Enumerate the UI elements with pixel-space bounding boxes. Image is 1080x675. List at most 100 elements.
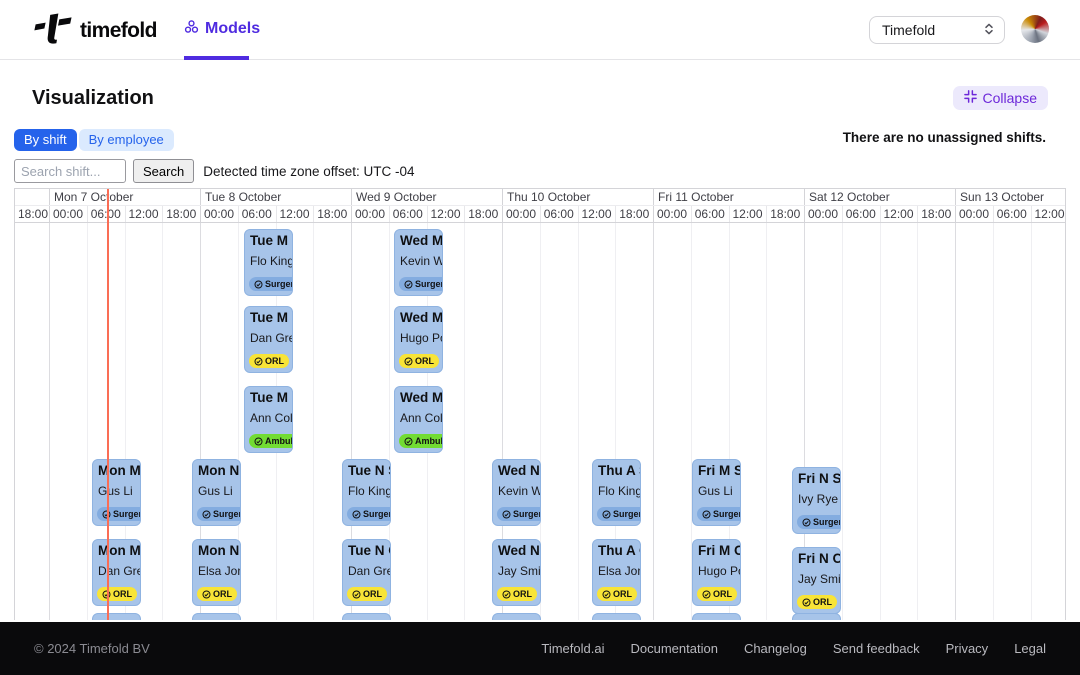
day-header-cell: Sun 13 October [955,189,1066,205]
shift-card[interactable]: Tue N ODan GreORL [342,539,391,606]
shift-card-employee: Elsa Jon [598,564,640,578]
nav-item-models[interactable]: Models [184,19,260,39]
navbar: timefold Models Timefold [0,0,1080,60]
shift-card-badge-surgery: Surgery [399,277,443,291]
shift-card-title: Mon M [98,543,140,560]
shift-card[interactable]: Fri M OHugo PoORL [692,539,741,606]
tick-cell: 06:00 [540,206,578,222]
footer-link[interactable]: Privacy [946,641,989,656]
shift-card[interactable]: Wed MHugo PoORL [394,306,443,373]
shift-card-title: Tue M [250,390,292,407]
shift-card[interactable]: Wed M Kevin W Surgery [394,229,443,296]
shift-card-employee: Kevin W [498,484,540,498]
shift-card[interactable]: Fri N SIvy RyeSurgery [792,467,841,534]
shift-card-employee: Dan Gre [250,331,292,345]
collapse-button[interactable]: Collapse [953,86,1048,110]
shift-card[interactable]: Thu A OElsa JonORL [592,539,641,606]
shift-card-title: Wed M [400,390,442,407]
brand-name: timefold [80,19,157,43]
shift-card[interactable]: Mon NGus LiSurgery [192,459,241,526]
workspace-select-value: Timefold [882,22,935,38]
shift-card-partial[interactable] [492,613,541,620]
shift-card-badge-surgery: Surgery [97,507,141,521]
brand-logo[interactable]: timefold [32,13,157,49]
shift-card-title: Wed M [400,233,442,250]
tick-grid-line [162,223,163,620]
tick-cell: 00:00 [351,206,389,222]
footer-link[interactable]: Send feedback [833,641,920,656]
shift-card[interactable]: Mon N Elsa Jon ORL [192,539,241,606]
footer-link[interactable]: Timefold.ai [541,641,604,656]
shift-card[interactable]: Mon MGus LiSurgery [92,459,141,526]
shift-card-partial[interactable] [692,613,741,620]
tab-by-employee[interactable]: By employee [79,129,174,151]
shift-card[interactable]: Mon MDan GreORL [92,539,141,606]
tick-cell: 12:00 [427,206,465,222]
shift-card-title: Mon N [198,543,240,560]
collapse-label: Collapse [983,90,1037,106]
shift-card-badge-orl: ORL [797,595,837,609]
shift-card[interactable]: Fri N OJay SmiORL [792,547,841,614]
footer-link[interactable]: Documentation [630,641,717,656]
footer: © 2024 Timefold BV Timefold.ai Documentat… [0,622,1080,675]
current-time-line [107,189,109,620]
shift-card[interactable]: Tue MAnn ColAmbula [244,386,293,453]
shift-card[interactable]: Tue MDan GreORL [244,306,293,373]
shift-card-employee: Flo King [598,484,640,498]
tick-cell: 00:00 [653,206,691,222]
timeline-day-row: Mon 7 OctoberTue 8 OctoberWed 9 OctoberT… [15,189,1065,206]
shift-card-badge-surgery: Surgery [347,507,391,521]
shift-card-employee: Hugo Po [698,564,740,578]
tick-cell-lead: 18:00 [15,206,49,222]
shift-card[interactable]: Fri M SGus LiSurgery [692,459,741,526]
tick-grid-line [578,223,579,620]
shift-card-badge-orl: ORL [399,354,439,368]
shift-timeline: Mon 7 OctoberTue 8 OctoberWed 9 OctoberT… [14,188,1066,620]
timeline-tick-row: 18:0000:0006:0012:0018:0000:0006:0012:00… [15,206,1065,223]
day-header-cell: Sat 12 October [804,189,955,205]
footer-link[interactable]: Legal [1014,641,1046,656]
shift-card-title: Tue M [250,233,292,250]
shift-card-employee: Kevin W [400,254,442,268]
shift-card[interactable]: Thu A SFlo KingSurgery [592,459,641,526]
shift-card[interactable]: Wed NKevin WSurgery [492,459,541,526]
footer-link[interactable]: Changelog [744,641,807,656]
shift-card-title: Fri M S [698,463,740,480]
shift-card-employee: Ann Col [250,411,292,425]
shift-card-partial[interactable] [592,613,641,620]
tick-cell: 18:00 [313,206,351,222]
search-button[interactable]: Search [133,159,194,183]
day-header-lead-spacer [15,189,49,205]
shift-card[interactable]: Tue N SFlo KingSurgery [342,459,391,526]
tick-cell: 12:00 [578,206,616,222]
shift-card-partial[interactable] [92,613,141,620]
tick-cell: 06:00 [842,206,880,222]
day-header-cell: Fri 11 October [653,189,804,205]
shift-card-employee: Jay Smi [498,564,540,578]
shift-card-employee: Gus Li [198,484,240,498]
tick-grid-line [766,223,767,620]
shift-card[interactable]: Wed NJay SmiORL [492,539,541,606]
shift-card-badge-amb: Ambula [399,434,443,448]
shift-card-title: Tue N O [348,543,390,560]
shift-card[interactable]: Tue MFlo KingSurgery [244,229,293,296]
tick-cell: 18:00 [917,206,955,222]
shift-card-title: Thu A O [598,543,640,560]
shift-card-employee: Elsa Jon [198,564,240,578]
shift-card-partial[interactable] [342,613,391,620]
search-input[interactable] [14,159,126,183]
shift-card-badge-orl: ORL [197,587,237,601]
workspace-select[interactable]: Timefold [869,16,1005,44]
user-avatar[interactable] [1021,15,1049,43]
tick-cell: 06:00 [87,206,125,222]
tick-cell: 18:00 [615,206,653,222]
shift-card[interactable]: Wed MAnn ColAmbula [394,386,443,453]
day-grid-line [955,223,956,620]
footer-copyright: © 2024 Timefold BV [34,641,150,656]
shift-card-partial[interactable] [792,613,841,620]
tab-by-shift[interactable]: By shift [14,129,77,151]
shift-card-partial[interactable] [192,613,241,620]
shift-card-title: Tue N S [348,463,390,480]
view-mode-tabs: By shift By employee [14,129,174,151]
shift-card-title: Wed N [498,463,540,480]
